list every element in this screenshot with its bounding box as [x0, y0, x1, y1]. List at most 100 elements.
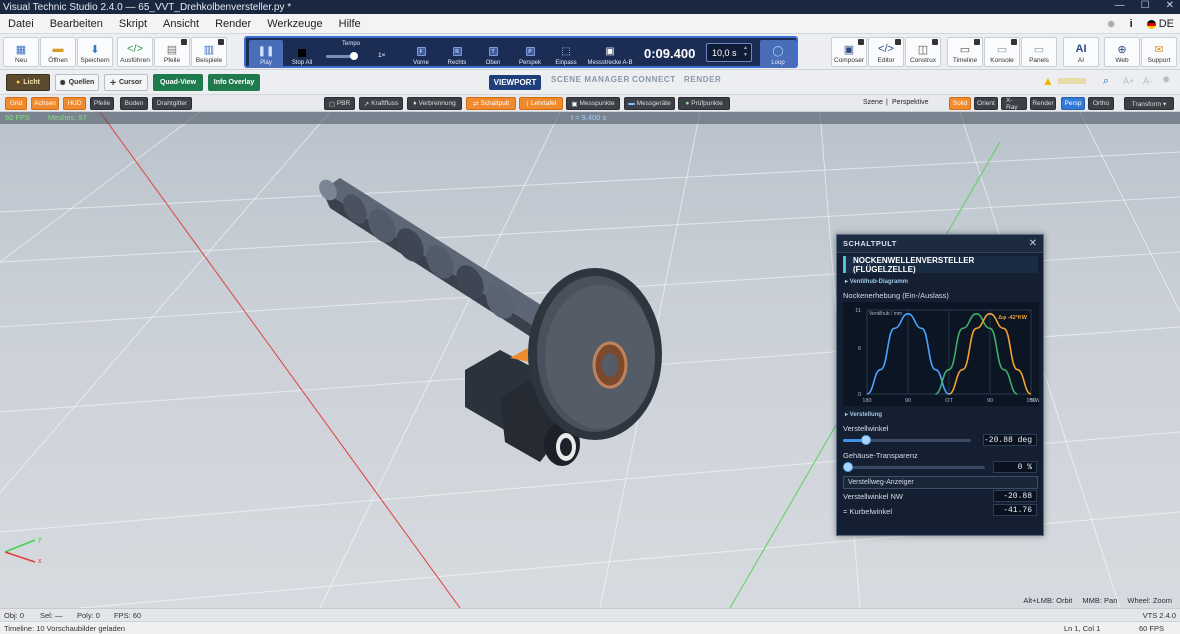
angle-slider-knob[interactable] — [861, 435, 872, 445]
toggle-hud[interactable]: HUD — [63, 97, 86, 110]
projection-ortho[interactable]: Ortho — [1088, 97, 1114, 110]
transparency-slider-knob[interactable] — [843, 462, 853, 472]
pbr-icon: ▢ — [328, 100, 335, 108]
time-display: 0:09.400 — [644, 46, 696, 61]
stop-all-button[interactable]: Stop All — [287, 40, 317, 68]
examples-icon: ▥ — [203, 43, 215, 56]
panels-button[interactable]: ▭ Panels — [1021, 37, 1057, 67]
toggle-instruments[interactable]: ▬ Messgeräte — [624, 97, 675, 110]
toggle-control-panel[interactable]: ⇄ Schaltpult — [466, 97, 516, 110]
editor-button[interactable]: </> Editor — [868, 37, 904, 67]
search-icon[interactable]: ⌕ — [1103, 75, 1109, 88]
support-button[interactable]: ✉ Support — [1141, 37, 1177, 67]
zoom-in-icon[interactable]: A+ — [1123, 76, 1134, 86]
close-icon[interactable]: ✕ — [1029, 238, 1037, 249]
toggle-force-flow[interactable]: ↗ Kraftfluss — [359, 97, 403, 110]
composer-button[interactable]: ▣ Composer — [831, 37, 867, 67]
toggle-axes[interactable]: Achsen — [31, 97, 59, 110]
info-overlay-button[interactable]: Info Overlay — [208, 74, 260, 91]
toggle-grid[interactable]: Grid — [5, 97, 27, 110]
menu-render[interactable]: Render — [207, 18, 259, 30]
toggle-pbr[interactable]: ▢ PBR — [324, 97, 355, 110]
shading-render[interactable]: Render — [1030, 97, 1056, 110]
warning-icon[interactable]: ▲ — [1042, 74, 1054, 88]
view-front-button[interactable]: F Vorne — [408, 40, 434, 68]
fit-view-button[interactable]: ⬚ Einpass — [552, 40, 580, 68]
light-button[interactable]: ● Licht — [6, 74, 50, 91]
panel-header[interactable]: SCHALTPULT — [837, 235, 1043, 253]
tab-connect[interactable]: CONNECT — [632, 75, 676, 84]
toggle-check-points[interactable]: ● Prüfpunkte — [678, 97, 730, 110]
info-icon[interactable]: i — [1130, 18, 1133, 30]
examples-button[interactable]: ▥ Beispiele — [191, 37, 227, 67]
arrows-button[interactable]: ▤ Pfeile — [154, 37, 190, 67]
board-icon: ⌇ — [525, 100, 529, 108]
menu-werkzeuge[interactable]: Werkzeuge — [259, 18, 330, 30]
toggle-teaching-board[interactable]: ⌇ Lehrtafel — [519, 97, 563, 110]
cursor-button[interactable]: ✛ Cursor — [104, 74, 148, 91]
layer-toggles-bar: Grid Achsen HUD Pfeile Boden Drahtgitter… — [0, 95, 1180, 112]
mesh-count: Meshes: 57 — [48, 113, 87, 122]
section-valve-diagram[interactable]: ▸ Ventilhub-Diagramm — [845, 278, 908, 285]
maximize-icon[interactable]: ☐ — [1141, 0, 1150, 11]
web-button[interactable]: ⊕ Web — [1104, 37, 1140, 67]
tab-viewport[interactable]: VIEWPORT — [489, 75, 541, 90]
arrows-icon: ▤ — [166, 43, 178, 56]
phase-shift-annotation: Δφ -42°KW — [998, 315, 1028, 321]
menu-ansicht[interactable]: Ansicht — [155, 18, 207, 30]
menu-bearbeiten[interactable]: Bearbeiten — [42, 18, 111, 30]
code-icon: </> — [878, 43, 894, 55]
quad-view-button[interactable]: Quad-View — [153, 74, 203, 91]
new-button[interactable]: ▦ Neu — [3, 37, 39, 67]
tempo-knob[interactable] — [350, 52, 358, 60]
transform-dropdown[interactable]: Transform ▾ — [1124, 97, 1174, 110]
adjustment-path-button[interactable]: Verstellweg-Anzeiger — [843, 476, 1038, 489]
toggle-wireframe[interactable]: Drahtgitter — [152, 97, 192, 110]
construx-button[interactable]: ◫ Construx — [905, 37, 941, 67]
timeline-button[interactable]: ▭ Timeline — [947, 37, 983, 67]
sources-button[interactable]: ✺ Quellen — [55, 74, 99, 91]
measure-ab-button[interactable]: ▣ Messstrecke A-B — [586, 40, 634, 68]
shading-xray[interactable]: X-Ray — [1001, 97, 1027, 111]
run-button[interactable]: </> Ausführen — [117, 37, 153, 67]
save-button[interactable]: ⬇ Speichern — [77, 37, 113, 67]
duration-field[interactable]: 10,0 s ▲ ▼ — [706, 43, 752, 62]
tempo-control[interactable]: Tempo 1× — [326, 41, 392, 65]
gear-icon[interactable]: ✹ — [1106, 18, 1115, 31]
section-adjustment[interactable]: ▸ Verstellung — [845, 411, 882, 418]
toggle-arrows[interactable]: Pfeile — [90, 97, 114, 110]
ai-button[interactable]: AI AI — [1063, 37, 1099, 67]
close-icon[interactable]: ✕ — [1166, 0, 1174, 11]
toggle-measure-points[interactable]: ▣ Messpunkte — [566, 97, 620, 110]
scene-mode-label: Perspektive — [892, 99, 929, 106]
timeline-status: Timeline: 10 Vorschaubilder geladen — [4, 624, 126, 633]
play-button[interactable]: ❚❚ Play — [249, 40, 283, 68]
axis-y-label: y — [38, 536, 42, 543]
settings-icon[interactable]: ✹ — [1162, 75, 1170, 86]
loop-icon: ◯ — [772, 46, 784, 57]
menu-skript[interactable]: Skript — [111, 18, 155, 30]
time-readout: t = 9.400 s — [571, 113, 607, 122]
stepper-icon[interactable]: ▲ ▼ — [743, 45, 748, 59]
open-button[interactable]: ▬ Öffnen — [40, 37, 76, 67]
zoom-out-icon[interactable]: A- — [1143, 76, 1152, 86]
toggle-combustion[interactable]: ♦ Verbrennung — [407, 97, 462, 110]
transparency-slider[interactable] — [843, 462, 985, 472]
angle-slider[interactable] — [843, 435, 971, 445]
console-button[interactable]: ▭ Konsole — [984, 37, 1020, 67]
tab-render[interactable]: RENDER — [684, 75, 721, 84]
view-perspective-button[interactable]: P Perspek — [516, 40, 544, 68]
menu-datei[interactable]: Datei — [0, 18, 42, 30]
loop-button[interactable]: ◯ Loop — [760, 40, 796, 68]
shading-orient[interactable]: Orient — [974, 97, 998, 110]
view-top-button[interactable]: T Oben — [480, 40, 506, 68]
view-right-button[interactable]: R Rechts — [444, 40, 470, 68]
language-selector[interactable]: DE — [1146, 18, 1174, 30]
tab-scene-manager[interactable]: SCENE MANAGER — [551, 75, 630, 84]
projection-persp[interactable]: Persp — [1061, 97, 1085, 110]
toggle-floor[interactable]: Boden — [120, 97, 148, 110]
gear-model[interactable] — [528, 268, 662, 440]
minimize-icon[interactable]: — — [1115, 0, 1125, 11]
shading-solid[interactable]: Solid — [949, 97, 971, 110]
menu-hilfe[interactable]: Hilfe — [331, 18, 369, 30]
